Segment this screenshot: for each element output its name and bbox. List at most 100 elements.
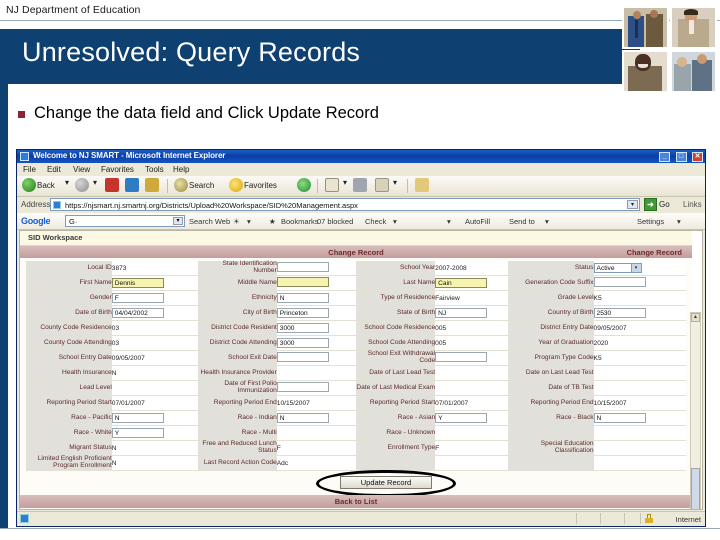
mail-button[interactable] bbox=[325, 178, 339, 194]
field-value-2[interactable]: N bbox=[276, 290, 356, 306]
forward-button[interactable] bbox=[75, 178, 89, 194]
address-dropdown-icon[interactable]: ▾ bbox=[627, 200, 638, 209]
search-button[interactable]: Search bbox=[174, 178, 214, 194]
field-input-2[interactable]: 3000 bbox=[276, 338, 329, 348]
field-input-2[interactable] bbox=[276, 262, 329, 272]
field-value-2[interactable]: N bbox=[276, 410, 356, 426]
google-search-dropdown-icon[interactable]: ▾ bbox=[173, 217, 183, 225]
menu-item-view[interactable]: View bbox=[73, 165, 90, 174]
google-sendto-dropdown[interactable]: ▾ bbox=[545, 217, 549, 226]
field-value-1[interactable]: Y bbox=[111, 425, 198, 441]
mail-dropdown[interactable]: ▾ bbox=[343, 178, 347, 194]
photo-bottom-right bbox=[670, 50, 717, 93]
field-value-4[interactable]: 2530 bbox=[593, 305, 686, 321]
field-value-1[interactable]: F bbox=[111, 290, 198, 306]
edit-button[interactable] bbox=[375, 178, 389, 194]
close-button[interactable]: ✕ bbox=[692, 151, 703, 162]
field-input-2[interactable]: 3000 bbox=[276, 323, 329, 333]
google-autofill-button[interactable]: AutoFill bbox=[465, 217, 490, 226]
menu-item-favorites[interactable]: Favorites bbox=[101, 165, 134, 174]
field-input-3[interactable] bbox=[435, 352, 488, 362]
field-input-2[interactable] bbox=[276, 277, 329, 287]
field-value-1[interactable]: 04/04/2002 bbox=[111, 305, 198, 321]
field-value-2[interactable]: Princeton bbox=[276, 305, 356, 321]
field-input-1[interactable]: Dennis bbox=[111, 278, 164, 288]
scroll-thumb[interactable] bbox=[691, 468, 700, 509]
field-input-2[interactable]: N bbox=[276, 293, 329, 303]
field-value-2[interactable] bbox=[276, 380, 356, 396]
maximize-button[interactable]: □ bbox=[675, 151, 687, 162]
links-button[interactable]: Links bbox=[683, 200, 702, 209]
field-input-1[interactable]: N bbox=[111, 413, 164, 423]
field-value-1[interactable]: N bbox=[111, 410, 198, 426]
field-input-2[interactable]: N bbox=[276, 413, 329, 423]
google-bookmarks-label[interactable]: Bookmarks bbox=[281, 217, 319, 226]
field-input-1[interactable]: F bbox=[111, 293, 164, 303]
favorites-button[interactable]: Favorites bbox=[229, 178, 277, 194]
field-input-4[interactable] bbox=[593, 277, 646, 287]
sid-workspace-tab[interactable]: SID Workspace bbox=[28, 233, 82, 242]
field-value-2[interactable] bbox=[276, 275, 356, 291]
stop-button[interactable] bbox=[105, 178, 119, 194]
field-value-3[interactable]: Cain bbox=[435, 275, 508, 291]
home-button[interactable] bbox=[145, 178, 159, 194]
menu-item-file[interactable]: File bbox=[23, 165, 36, 174]
google-check-button[interactable]: Check bbox=[365, 217, 386, 226]
field-value-3[interactable]: Y bbox=[435, 410, 508, 426]
field-input-1[interactable]: Y bbox=[111, 428, 164, 438]
edit-dropdown[interactable]: ▾ bbox=[393, 178, 397, 194]
field-input-4[interactable]: N bbox=[593, 413, 646, 423]
field-input-2[interactable] bbox=[276, 382, 329, 392]
field-input-3[interactable]: Cain bbox=[435, 278, 488, 288]
back-button[interactable]: Back bbox=[22, 178, 55, 194]
status-cell-divider-3 bbox=[624, 513, 625, 524]
browser-title-bar[interactable]: Welcome to NJ SMART - Microsoft Internet… bbox=[17, 150, 705, 163]
star-favorites-icon[interactable]: ★ bbox=[269, 217, 276, 226]
scroll-up-arrow-icon[interactable]: ▲ bbox=[691, 313, 700, 322]
field-input-3[interactable]: NJ bbox=[435, 308, 488, 318]
field-value-4[interactable]: Active ▾ bbox=[593, 261, 686, 276]
minimize-button[interactable]: _ bbox=[659, 151, 671, 162]
google-sendto-button[interactable]: Send to bbox=[509, 217, 535, 226]
google-settings-button[interactable]: Settings bbox=[637, 217, 664, 226]
chevron-down-icon[interactable]: ▾ bbox=[630, 264, 641, 272]
back-to-list-link[interactable]: Back to List bbox=[20, 497, 692, 506]
field-select-4[interactable]: Active ▾ bbox=[593, 263, 642, 273]
field-value-2[interactable] bbox=[276, 350, 356, 366]
google-bookmarks-button[interactable]: ▾ bbox=[247, 217, 251, 226]
field-input-3[interactable]: Y bbox=[435, 413, 488, 423]
update-record-button[interactable]: Update Record bbox=[340, 476, 432, 489]
media-button[interactable] bbox=[297, 178, 311, 194]
field-value-2[interactable]: 3000 bbox=[276, 320, 356, 336]
back-dropdown[interactable]: ▾ bbox=[65, 178, 69, 194]
google-blocked-label[interactable]: 07 blocked bbox=[317, 217, 353, 226]
google-check-dropdown[interactable]: ▾ bbox=[393, 217, 397, 226]
menu-item-edit[interactable]: Edit bbox=[47, 165, 61, 174]
page-vertical-scrollbar[interactable]: ▲ ▼ bbox=[690, 312, 701, 509]
field-value-4[interactable]: N bbox=[593, 410, 686, 426]
go-arrow-icon[interactable]: ➜ bbox=[644, 198, 657, 211]
field-input-2[interactable] bbox=[276, 352, 329, 362]
field-value-3[interactable]: NJ bbox=[435, 305, 508, 321]
field-input-2[interactable]: Princeton bbox=[276, 308, 329, 318]
google-search-input[interactable]: G· ▾ bbox=[65, 215, 185, 227]
field-value-2[interactable]: 3000 bbox=[276, 335, 356, 351]
refresh-button[interactable] bbox=[125, 178, 139, 194]
discuss-button[interactable] bbox=[415, 178, 429, 194]
google-search-web-button[interactable]: Search Web bbox=[189, 217, 230, 226]
go-button[interactable]: Go bbox=[659, 200, 670, 209]
google-popup-icon[interactable]: ☀ bbox=[233, 217, 240, 226]
menu-item-help[interactable]: Help bbox=[173, 165, 189, 174]
menu-item-tools[interactable]: Tools bbox=[145, 165, 164, 174]
forward-dropdown[interactable]: ▾ bbox=[93, 178, 97, 194]
field-value-1[interactable]: Dennis bbox=[111, 275, 198, 291]
print-button[interactable] bbox=[353, 178, 367, 194]
field-value-3[interactable] bbox=[435, 350, 508, 366]
field-input-4[interactable]: 2530 bbox=[593, 308, 646, 318]
google-settings-dropdown[interactable]: ▾ bbox=[677, 217, 681, 226]
field-value-2[interactable] bbox=[276, 261, 356, 276]
field-input-1[interactable]: 04/04/2002 bbox=[111, 308, 164, 318]
field-value-4[interactable] bbox=[593, 275, 686, 291]
address-input[interactable]: https://njsmart.nj.smartnj.org/Districts… bbox=[50, 198, 640, 211]
google-autolink-dropdown[interactable]: ▾ bbox=[447, 217, 451, 226]
